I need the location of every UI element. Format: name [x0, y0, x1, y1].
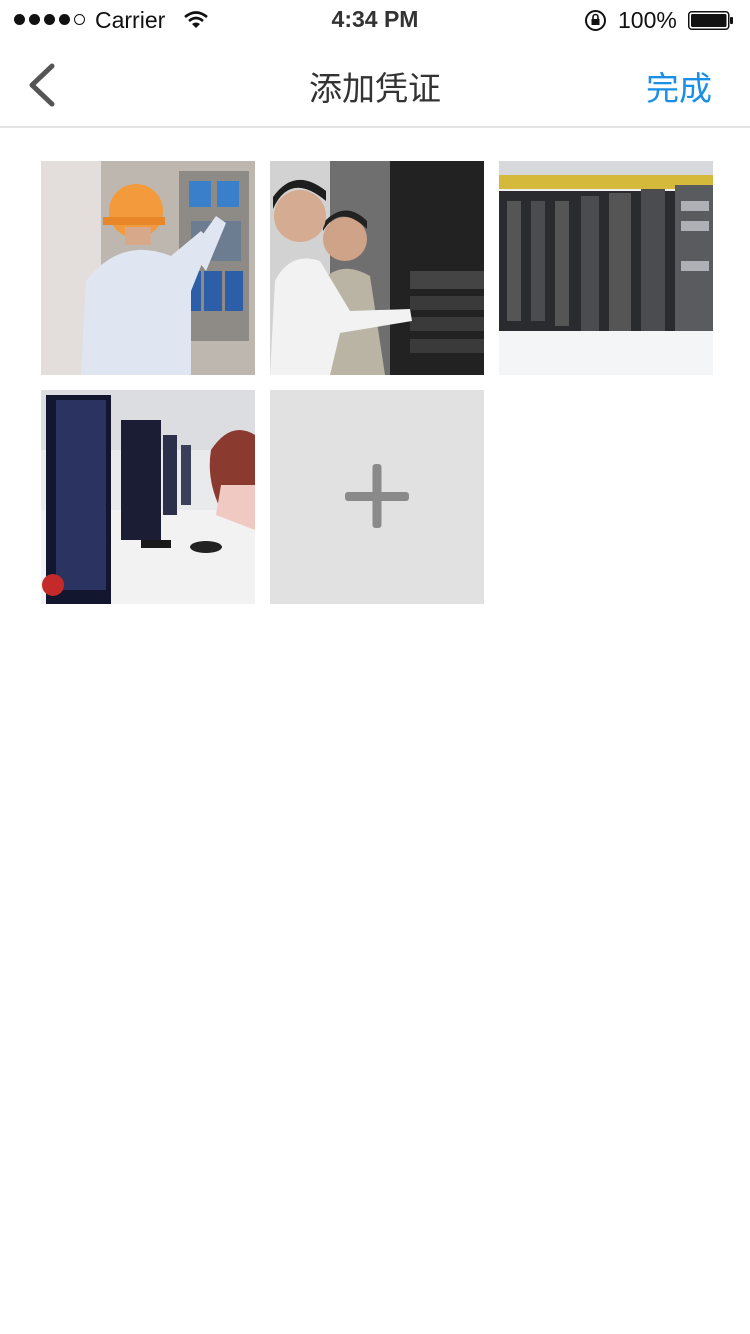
photo-woman-at-computer-lab[interactable] [41, 390, 255, 604]
orientation-lock-icon [585, 10, 606, 31]
plus-icon [345, 464, 409, 528]
navigation-bar: 添加凭证 完成 [0, 40, 750, 128]
add-photo-button[interactable] [270, 390, 484, 604]
battery-icon [688, 11, 733, 30]
photo-men-at-server-rack[interactable] [270, 161, 484, 375]
photo-server-room-racks[interactable] [499, 161, 713, 375]
battery-percentage: 100% [618, 7, 677, 33]
page-title: 添加凭证 [309, 70, 441, 107]
done-button[interactable]: 完成 [646, 62, 712, 110]
status-bar: Carrier 4:34 PM 100% [0, 0, 750, 40]
photo-technician-at-control-panel[interactable] [41, 161, 255, 375]
